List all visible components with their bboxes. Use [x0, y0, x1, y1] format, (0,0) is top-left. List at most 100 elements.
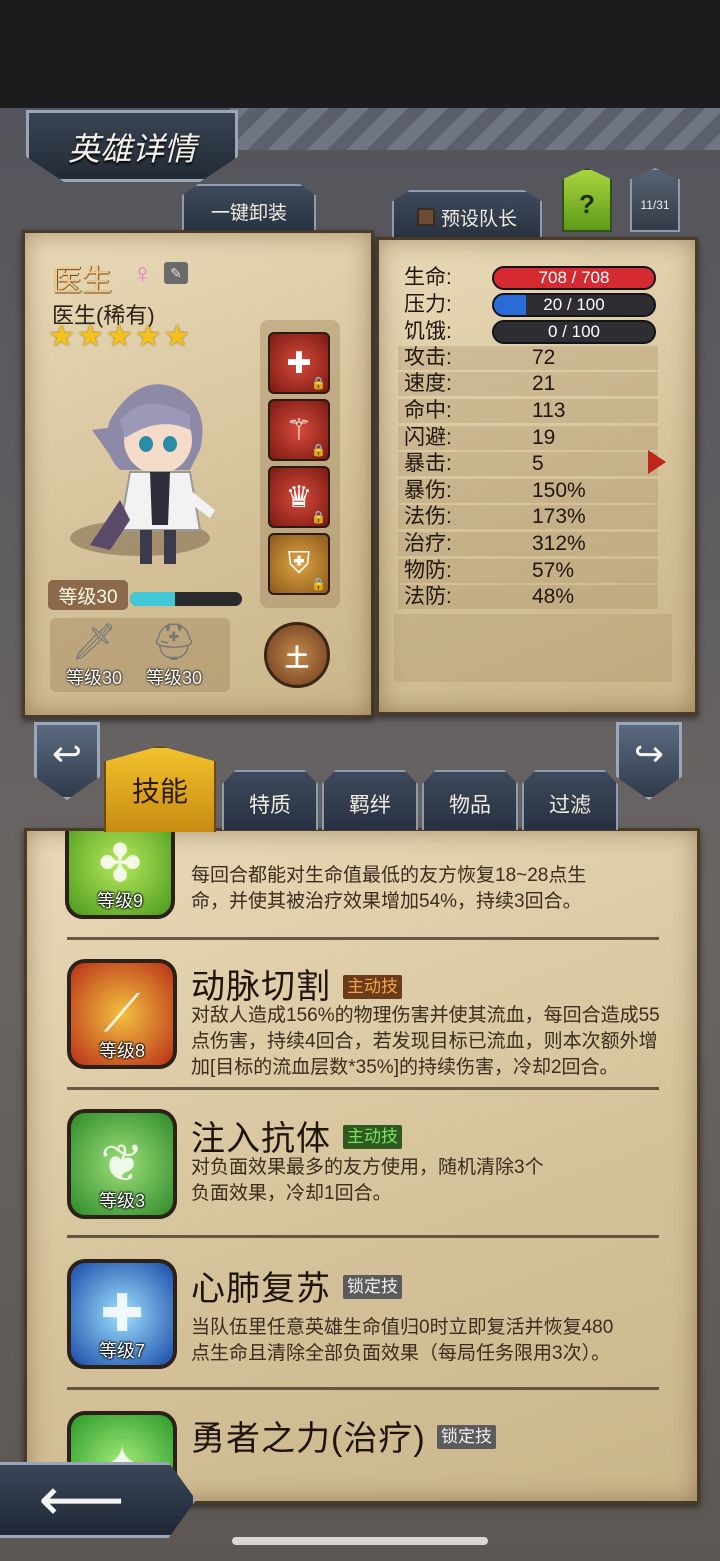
equipment-slot-armor[interactable]: ⛑ 等级30 [136, 620, 212, 692]
star-icon: ★ [105, 320, 133, 353]
arrow-left-icon: ⟵ [38, 1466, 125, 1533]
skill-description: 对负面效果最多的友方使用，随机清除3个 负面效果，冷却1回合。 [191, 1155, 544, 1207]
hunger-bar: 0 / 100 [492, 320, 656, 344]
description-line: 命，并使其被治疗效果增加54%，持续3回合。 [191, 891, 582, 912]
stat-row-crit: 暴击: 5 [398, 452, 658, 476]
stat-value: 21 [532, 372, 556, 395]
stat-label: 生命: [404, 266, 452, 289]
lock-icon: 🔒 [311, 376, 326, 390]
item-slot-2[interactable]: ⚚ 🔒 [268, 399, 330, 461]
tab-filter[interactable]: 过滤 [522, 770, 618, 830]
stat-label: 攻击: [404, 346, 452, 369]
divider [67, 937, 659, 940]
stat-value: 150% [532, 479, 586, 502]
skill-type-tag: 锁定技 [343, 1275, 402, 1299]
arrow-right-icon: ↪ [633, 733, 665, 774]
stat-row-crit-damage: 暴伤: 150% [398, 479, 658, 503]
stat-value: 312% [532, 532, 586, 555]
sword-icon: 🗡 [71, 621, 117, 662]
unequip-all-button[interactable]: 一键卸装 [182, 184, 316, 236]
skill-level: 等级3 [98, 1191, 145, 1211]
page-indicator[interactable]: 11/31 [630, 168, 680, 232]
stat-row-speed: 速度: 21 [398, 372, 658, 396]
description-line: 当队伍里任意英雄生命值归0时立即复活并恢复480 [191, 1317, 614, 1338]
description-line: 点伤害，持续4回合，若发现目标已流血，则本次额外增 [191, 1031, 658, 1052]
stats-footer-area [394, 614, 672, 682]
description-line: 负面效果，冷却1回合。 [191, 1183, 392, 1204]
equipment-slot-weapon[interactable]: 🗡 等级30 [56, 620, 132, 692]
skill-description: 对敌人造成156%的物理伤害并使其流血，每回合造成55 点伤害，持续4回合，若发… [191, 1003, 660, 1081]
skill-type-tag: 锁定技 [437, 1425, 496, 1449]
stat-value: 57% [532, 559, 575, 582]
stat-row-accuracy: 命中: 113 [398, 399, 658, 423]
lock-icon: 🔒 [311, 577, 326, 591]
stat-label: 暴击: [404, 452, 452, 475]
page-title: 英雄详情 [67, 131, 196, 167]
stat-row-stress: 压力: 20 / 100 [398, 293, 658, 317]
description-line: 对负面效果最多的友方使用，随机清除3个 [191, 1157, 544, 1178]
stat-label: 压力: [404, 293, 452, 316]
stat-row-hp: 生命: 708 / 708 [398, 266, 658, 290]
helmet-icon: ⛑ [151, 621, 197, 662]
stat-row-attack: 攻击: 72 [398, 346, 658, 370]
stat-value: 5 [532, 452, 544, 475]
item-slot-3[interactable]: ♛ 🔒 [268, 466, 330, 528]
item-slot-1[interactable]: ✚ 🔒 [268, 332, 330, 394]
checkbox-icon[interactable] [416, 208, 435, 226]
arrow-left-icon: ↩ [51, 733, 83, 774]
tab-items[interactable]: 物品 [422, 770, 518, 830]
element-earth-button[interactable]: 土 [264, 622, 330, 688]
female-icon: ♀ [132, 258, 153, 289]
star-icon: ★ [163, 320, 191, 353]
header-decoration [230, 108, 720, 150]
expand-stats-arrow-icon[interactable] [648, 450, 666, 474]
skills-panel: ✤ 等级9 每回合都能对生命值最低的友方恢复18~28点生 命，并使其被治疗效果… [24, 828, 700, 1504]
star-rating: ★ ★ ★ ★ ★ [48, 322, 191, 352]
description-line: 每回合都能对生命值最低的友方恢复18~28点生 [191, 865, 587, 886]
lock-icon: 🔒 [311, 443, 326, 457]
skill-icon[interactable]: ✚ 等级7 [67, 1259, 177, 1369]
back-button[interactable]: ⟵ [0, 1462, 196, 1538]
help-button[interactable]: ? [562, 168, 612, 232]
tab-bonds[interactable]: 羁绊 [322, 770, 418, 830]
preset-leader-toggle[interactable]: 预设队长 [392, 190, 542, 242]
lock-icon: 🔒 [311, 510, 326, 524]
skill-icon[interactable]: ⟋ 等级8 [67, 959, 177, 1069]
home-indicator[interactable] [232, 1537, 488, 1545]
hp-bar-text: 708 / 708 [538, 268, 610, 287]
stat-label: 法伤: [404, 505, 452, 528]
divider [67, 1087, 659, 1090]
item-slot-4[interactable]: ⛨ 🔒 [268, 533, 330, 595]
skill-icon[interactable]: ✤ 等级9 [65, 831, 175, 919]
skill-icon[interactable]: ❦ 等级3 [67, 1109, 177, 1219]
star-icon: ★ [134, 320, 162, 353]
skill-type-tag: 主动技 [343, 1125, 402, 1149]
status-bar-area [0, 0, 720, 108]
hero-name: 医生 [52, 265, 112, 298]
stat-value: 113 [532, 399, 566, 422]
stat-value: 173% [532, 505, 586, 528]
skill-level: 等级9 [96, 891, 143, 911]
stat-row-healing: 治疗: 312% [398, 532, 658, 556]
edit-name-icon[interactable]: ✎ [164, 262, 188, 284]
stat-label: 命中: [404, 399, 452, 422]
skill-description: 当队伍里任意英雄生命值归0时立即复活并恢复480 点生命且清除全部负面效果（每局… [191, 1315, 613, 1367]
stat-row-hunger: 饥饿: 0 / 100 [398, 320, 658, 344]
stat-value: 48% [532, 585, 575, 608]
stat-row-magic-defense: 法防: 48% [398, 585, 658, 609]
skill-description: 每回合都能对生命值最低的友方恢复18~28点生 命，并使其被治疗效果增加54%，… [191, 863, 586, 915]
tab-traits[interactable]: 特质 [222, 770, 318, 830]
tab-skills[interactable]: 技能 [104, 746, 216, 832]
stat-row-dodge: 闪避: 19 [398, 426, 658, 450]
stat-label: 法防: [404, 585, 452, 608]
skill-level: 等级7 [98, 1341, 145, 1361]
stat-value: 72 [532, 346, 556, 369]
crown-icon: ♛ [285, 480, 313, 514]
description-line: 对敌人造成156%的物理伤害并使其流血，每回合造成55 [191, 1005, 660, 1026]
stat-label: 闪避: [404, 426, 452, 449]
description-line: 加[目标的流血层数*35%]的持续伤害，冷却2回合。 [191, 1057, 619, 1078]
hero-portrait[interactable] [50, 360, 250, 580]
star-icon: ★ [76, 320, 104, 353]
divider [67, 1235, 659, 1238]
stat-label: 速度: [404, 372, 452, 395]
